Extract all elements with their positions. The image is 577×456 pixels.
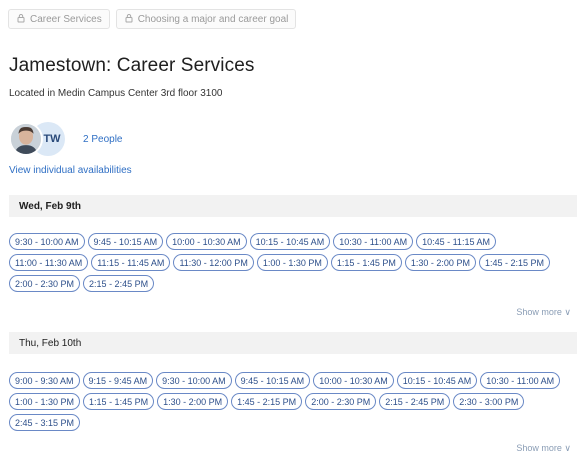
time-slot-button[interactable]: 9:15 - 9:45 AM <box>82 372 154 389</box>
show-more-wed[interactable]: Show more ∨ <box>516 307 571 318</box>
chevron-down-icon: ∨ <box>561 443 571 453</box>
time-slot-button[interactable]: 2:45 - 3:15 PM <box>9 414 81 431</box>
people-group: TW 2 People <box>9 122 122 156</box>
time-slot-button[interactable]: 11:30 - 12:00 PM <box>173 254 254 271</box>
time-slot-button[interactable]: 11:00 - 11:30 AM <box>9 254 89 271</box>
time-slot-button[interactable]: 1:15 - 1:45 PM <box>330 254 402 271</box>
time-slot-button[interactable]: 9:30 - 10:00 AM <box>9 233 85 250</box>
time-slot-button[interactable]: 11:15 - 11:45 AM <box>91 254 171 271</box>
time-slot-button[interactable]: 2:30 - 3:00 PM <box>453 393 525 410</box>
avatar <box>9 122 43 156</box>
people-count-link[interactable]: 2 People <box>83 134 122 145</box>
time-slot-button[interactable]: 9:30 - 10:00 AM <box>156 372 232 389</box>
slot-list-wed: 9:30 - 10:00 AM 9:45 - 10:15 AM 10:00 - 10… <box>9 233 569 292</box>
time-slot-button[interactable]: 1:45 - 2:15 PM <box>231 393 303 410</box>
day-header-thu: Thu, Feb 10th <box>9 332 577 354</box>
time-slot-button[interactable]: 10:00 - 10:30 AM <box>313 372 394 389</box>
breadcrumb-item-choosing-major[interactable]: Choosing a major and career goal <box>115 9 297 29</box>
breadcrumb-label: Career Services <box>30 13 102 25</box>
lock-icon <box>124 13 134 26</box>
time-slot-button[interactable]: 9:45 - 10:15 AM <box>87 233 164 250</box>
time-slot-button[interactable]: 1:00 - 1:30 PM <box>256 254 328 271</box>
time-slot-button[interactable]: 1:30 - 2:00 PM <box>404 254 476 271</box>
time-slot-button[interactable]: 1:00 - 1:30 PM <box>9 393 81 410</box>
time-slot-button[interactable]: 10:00 - 10:30 AM <box>166 233 247 250</box>
time-slot-button[interactable]: 9:45 - 10:15 AM <box>234 372 311 389</box>
breadcrumb-item-career-services[interactable]: Career Services <box>8 9 110 29</box>
time-slot-button[interactable]: 10:15 - 10:45 AM <box>249 233 331 250</box>
day-header-wed: Wed, Feb 9th <box>9 195 577 217</box>
time-slot-button[interactable]: 1:15 - 1:45 PM <box>83 393 155 410</box>
breadcrumb-label: Choosing a major and career goal <box>137 13 289 25</box>
time-slot-button[interactable]: 1:45 - 2:15 PM <box>478 254 550 271</box>
time-slot-button[interactable]: 10:15 - 10:45 AM <box>396 372 478 389</box>
chevron-down-icon: ∨ <box>561 307 571 317</box>
show-more-thu[interactable]: Show more ∨ <box>516 443 571 454</box>
breadcrumb: Career Services Choosing a major and car… <box>8 9 297 29</box>
time-slot-button[interactable]: 10:30 - 11:00 AM <box>333 233 414 250</box>
time-slot-button[interactable]: 1:30 - 2:00 PM <box>157 393 229 410</box>
time-slot-button[interactable]: 2:15 - 2:45 PM <box>83 275 155 292</box>
time-slot-button[interactable]: 9:00 - 9:30 AM <box>9 372 80 389</box>
time-slot-button[interactable]: 10:30 - 11:00 AM <box>480 372 561 389</box>
location-text: Located in Medin Campus Center 3rd floor… <box>9 88 223 99</box>
lock-icon <box>16 13 26 26</box>
time-slot-button[interactable]: 2:15 - 2:45 PM <box>379 393 451 410</box>
time-slot-button[interactable]: 2:00 - 2:30 PM <box>9 275 81 292</box>
view-individual-availabilities-link[interactable]: View individual availabilities <box>9 165 132 176</box>
time-slot-button[interactable]: 10:45 - 11:15 AM <box>416 233 496 250</box>
time-slot-button[interactable]: 2:00 - 2:30 PM <box>305 393 377 410</box>
slot-list-thu: 9:00 - 9:30 AM 9:15 - 9:45 AM 9:30 - 10:00… <box>9 372 569 431</box>
page-title: Jamestown: Career Services <box>9 55 255 76</box>
